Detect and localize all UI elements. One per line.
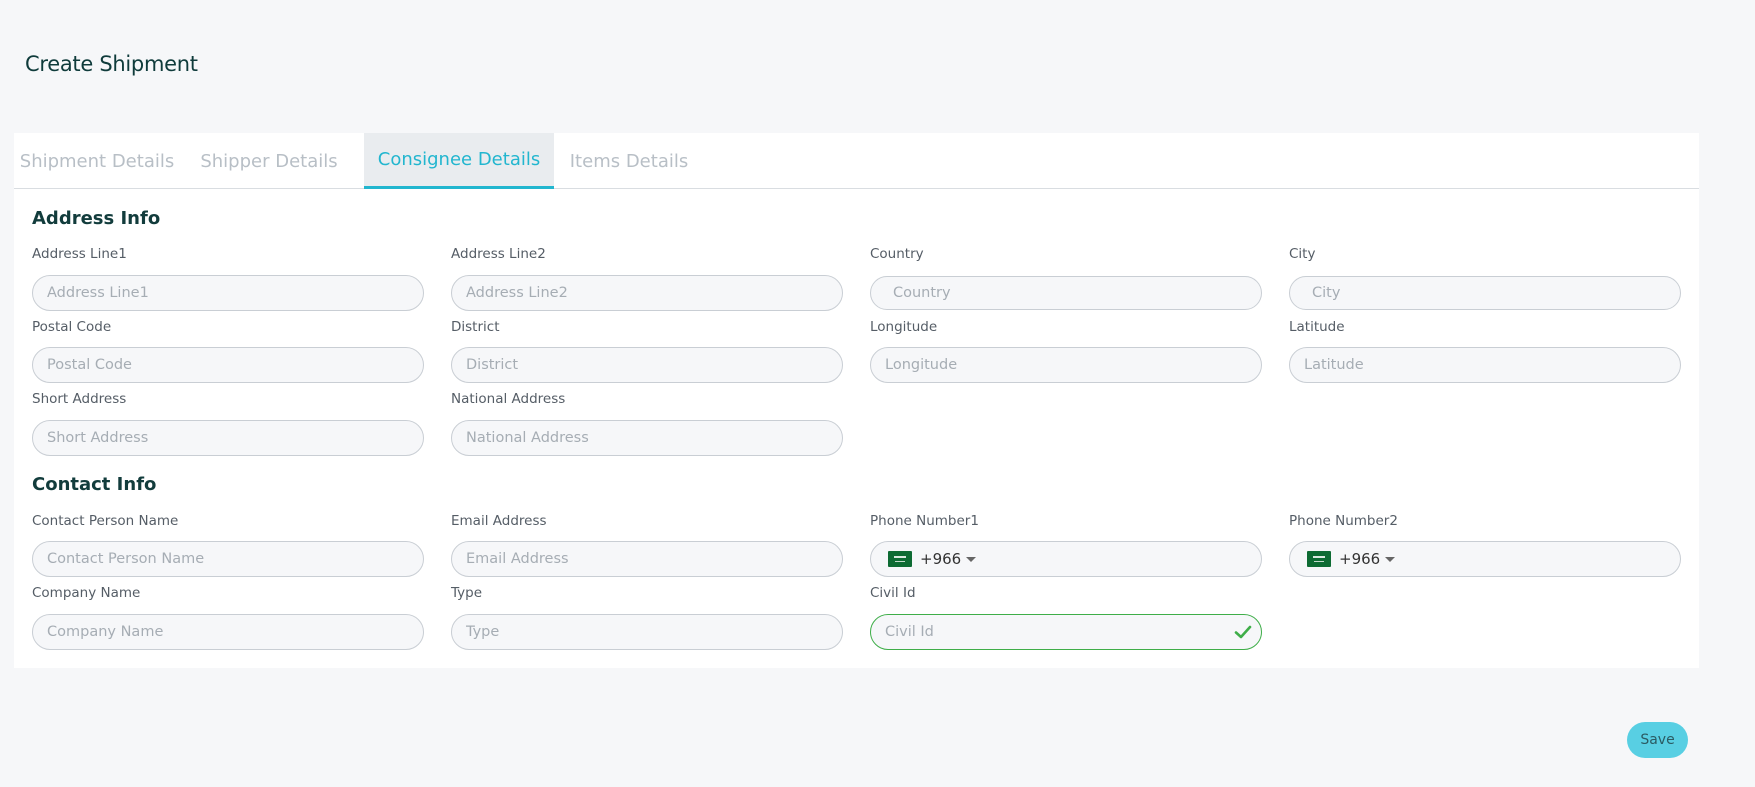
civil-id-input[interactable] — [870, 614, 1262, 650]
address-line1-label: Address Line1 — [32, 246, 127, 262]
phone-number1-field[interactable]: +966 — [870, 541, 1262, 577]
type-input[interactable] — [451, 614, 843, 650]
postal-code-input[interactable] — [32, 347, 424, 383]
saudi-arabia-flag-icon[interactable] — [888, 551, 912, 567]
email-address-input[interactable] — [451, 541, 843, 577]
postal-code-label: Postal Code — [32, 319, 112, 335]
longitude-label: Longitude — [870, 319, 938, 335]
address-line2-input[interactable] — [451, 275, 843, 311]
address-info-heading: Address Info — [32, 208, 161, 229]
save-button[interactable]: Save — [1627, 722, 1688, 758]
tab-bar: Shipment Details Shipper Details Consign… — [14, 133, 1699, 189]
country-label: Country — [870, 246, 924, 262]
short-address-input[interactable] — [32, 420, 424, 456]
phone-number2-label: Phone Number2 — [1289, 513, 1398, 529]
phone-number2-field[interactable]: +966 — [1289, 541, 1681, 577]
company-name-label: Company Name — [32, 585, 141, 601]
tab-items-details[interactable]: Items Details — [556, 133, 702, 189]
address-line2-label: Address Line2 — [451, 246, 546, 262]
district-label: District — [451, 319, 500, 335]
check-icon — [1234, 625, 1252, 639]
company-name-input[interactable] — [32, 614, 424, 650]
civil-id-label: Civil Id — [870, 585, 916, 601]
contact-info-heading: Contact Info — [32, 474, 157, 495]
district-input[interactable] — [451, 347, 843, 383]
phone-number2-dial-code[interactable]: +966 — [1339, 550, 1380, 568]
email-address-label: Email Address — [451, 513, 547, 529]
contact-person-name-input[interactable] — [32, 541, 424, 577]
city-label: City — [1289, 246, 1316, 262]
tab-consignee-details[interactable]: Consignee Details — [364, 133, 554, 189]
national-address-label: National Address — [451, 391, 566, 407]
saudi-arabia-flag-icon[interactable] — [1307, 551, 1331, 567]
country-select[interactable] — [870, 276, 1262, 310]
contact-person-name-label: Contact Person Name — [32, 513, 179, 529]
latitude-input[interactable] — [1289, 347, 1681, 383]
city-select[interactable] — [1289, 276, 1681, 310]
type-label: Type — [451, 585, 483, 601]
address-line1-input[interactable] — [32, 275, 424, 311]
page-title: Create Shipment — [25, 52, 198, 76]
phone-number1-dial-code[interactable]: +966 — [920, 550, 961, 568]
phone-number1-label: Phone Number1 — [870, 513, 979, 529]
short-address-label: Short Address — [32, 391, 127, 407]
latitude-label: Latitude — [1289, 319, 1345, 335]
shipment-form-card: Shipment Details Shipper Details Consign… — [14, 133, 1699, 668]
tab-shipper-details[interactable]: Shipper Details — [180, 133, 358, 189]
longitude-input[interactable] — [870, 347, 1262, 383]
tab-shipment-details[interactable]: Shipment Details — [14, 133, 180, 189]
national-address-input[interactable] — [451, 420, 843, 456]
chevron-down-icon[interactable] — [1385, 557, 1395, 562]
chevron-down-icon[interactable] — [966, 557, 976, 562]
